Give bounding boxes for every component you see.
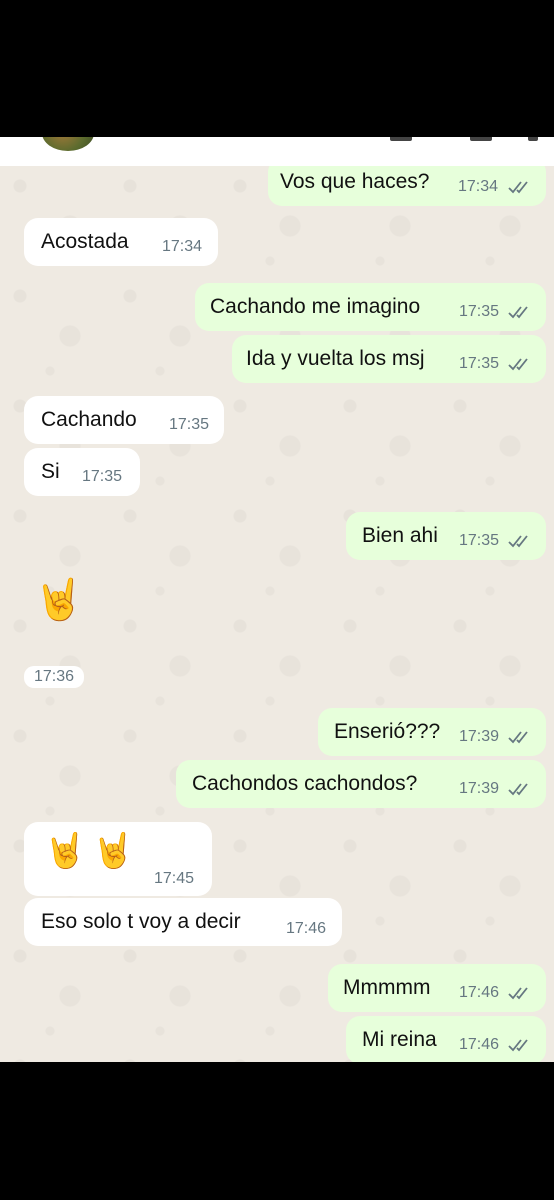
message-time: 17:35 <box>459 355 500 372</box>
message-time: 17:46 <box>459 1036 500 1053</box>
double-check-icon <box>508 304 534 320</box>
message-time: 17:35 <box>459 532 500 549</box>
message-text: Acostada <box>41 230 129 253</box>
chat-header <box>0 137 554 166</box>
message-time: 17:39 <box>459 780 500 797</box>
message-time: 17:35 <box>459 303 500 320</box>
message-time: 17:45 <box>154 870 195 887</box>
message-text: Enserió??? <box>334 720 441 743</box>
rock-hand-emoji: 🤘 <box>34 578 84 622</box>
bottom-letterbox <box>0 1062 554 1200</box>
message-time: 17:35 <box>169 416 210 433</box>
rock-hand-emoji: 🤘🤘 <box>44 832 141 870</box>
top-letterbox <box>0 0 554 137</box>
message-bubble-incoming[interactable]: Si 17:35 <box>24 448 140 496</box>
message-text: Eso solo t voy a decir <box>41 910 241 933</box>
message-time: 17:35 <box>82 468 123 485</box>
double-check-icon <box>508 179 534 195</box>
message-bubble-outgoing[interactable]: Mi reina 17:46 <box>346 1016 546 1062</box>
call-icon[interactable] <box>470 137 492 141</box>
message-text: Si <box>41 460 60 483</box>
message-text: Vos que haces? <box>280 170 430 193</box>
message-text: Cachando <box>41 408 137 431</box>
message-bubble-outgoing[interactable]: Vos que haces? 17:34 <box>268 166 546 206</box>
double-check-icon <box>508 356 534 372</box>
chat-area[interactable]: Vos que haces? 17:34 Acostada 17:34 Cach… <box>0 166 554 1062</box>
double-check-icon <box>508 985 534 1001</box>
message-bubble-incoming[interactable]: Eso solo t voy a decir 17:46 <box>24 898 342 946</box>
double-check-icon <box>508 1037 534 1053</box>
menu-icon[interactable] <box>528 137 538 141</box>
message-emoji-incoming[interactable]: 🤘 17:36 <box>24 570 104 690</box>
avatar[interactable] <box>42 137 94 151</box>
message-text: Cachando me imagino <box>210 295 421 318</box>
message-bubble-incoming[interactable]: Cachando 17:35 <box>24 396 224 444</box>
message-bubble-incoming[interactable]: Acostada 17:34 <box>24 218 218 266</box>
double-check-icon <box>508 781 534 797</box>
video-call-icon[interactable] <box>390 137 412 141</box>
message-bubble-outgoing[interactable]: Cachando me imagino 17:35 <box>195 283 546 331</box>
message-text: Mmmmm <box>343 976 431 999</box>
message-time: 17:46 <box>286 920 327 937</box>
message-text: Bien ahi <box>362 524 438 547</box>
message-bubble-outgoing[interactable]: Ida y vuelta los msj 17:35 <box>232 335 546 383</box>
message-text: Cachondos cachondos? <box>192 772 418 795</box>
message-bubble-outgoing[interactable]: Cachondos cachondos? 17:39 <box>176 760 546 808</box>
message-bubble-incoming[interactable]: 🤘🤘 17:45 <box>24 822 212 896</box>
message-bubble-outgoing[interactable]: Enserió??? 17:39 <box>318 708 546 756</box>
message-text: Mi reina <box>362 1028 437 1051</box>
message-time: 17:39 <box>459 728 500 745</box>
message-bubble-outgoing[interactable]: Mmmmm 17:46 <box>328 964 546 1012</box>
message-bubble-outgoing[interactable]: Bien ahi 17:35 <box>346 512 546 560</box>
message-text: Ida y vuelta los msj <box>246 347 425 370</box>
message-time: 17:46 <box>459 984 500 1001</box>
message-time: 17:34 <box>162 238 203 255</box>
double-check-icon <box>508 729 534 745</box>
double-check-icon <box>508 533 534 549</box>
message-time: 17:34 <box>458 178 499 195</box>
message-time: 17:36 <box>24 666 85 688</box>
